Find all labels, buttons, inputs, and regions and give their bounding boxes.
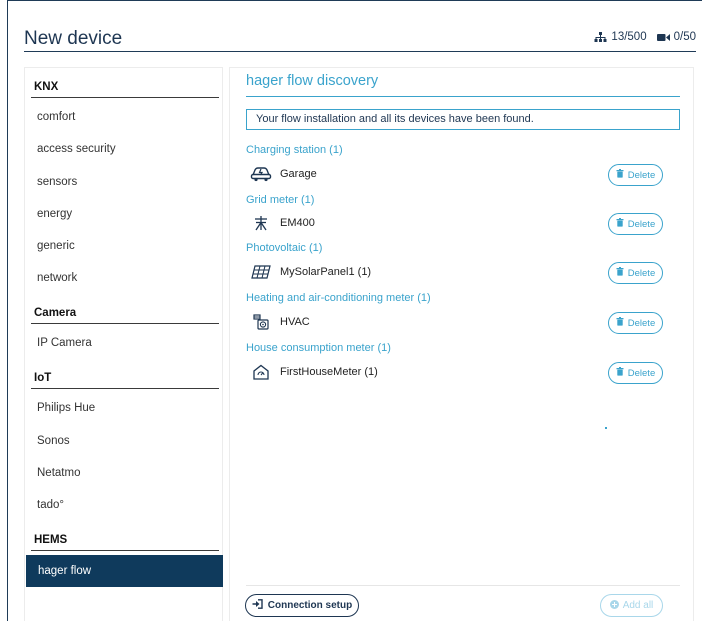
solar-panel-icon bbox=[250, 263, 272, 281]
sidebar-item-ip-camera[interactable]: IP Camera bbox=[31, 330, 221, 356]
sidebar-item-sonos[interactable]: Sonos bbox=[31, 428, 221, 454]
page-header: New device 13/500 0/50 bbox=[24, 24, 696, 52]
panel-title: hager flow discovery bbox=[246, 73, 680, 97]
login-arrow-icon bbox=[252, 599, 263, 612]
trash-icon bbox=[616, 317, 624, 329]
device-name: FirstHouseMeter (1) bbox=[280, 366, 378, 378]
delete-garage-button[interactable]: Delete bbox=[608, 164, 663, 186]
device-row-mysolarpanel1: MySolarPanel1 (1) bbox=[250, 262, 371, 282]
delete-label: Delete bbox=[627, 317, 656, 329]
trash-icon bbox=[616, 218, 624, 230]
group-label-charging-station: Charging station (1) bbox=[246, 144, 343, 156]
header-stats: 13/500 0/50 bbox=[594, 31, 696, 43]
sidebar-item-hager-flow[interactable]: hager flow bbox=[26, 555, 223, 587]
house-meter-icon bbox=[250, 363, 272, 381]
group-label-photovoltaic: Photovoltaic (1) bbox=[246, 242, 323, 254]
discovery-panel: hager flow discovery Your flow installat… bbox=[229, 67, 694, 621]
cameras-count: 0/50 bbox=[673, 31, 696, 43]
device-row-hvac: HVAC bbox=[250, 312, 310, 332]
window-border-top bbox=[7, 0, 702, 1]
group-label-grid-meter: Grid meter (1) bbox=[246, 194, 315, 206]
delete-label: Delete bbox=[627, 267, 656, 279]
device-name: MySolarPanel1 (1) bbox=[280, 266, 372, 278]
category-header-hems: HEMS bbox=[31, 521, 219, 551]
plus-circle-icon bbox=[609, 599, 619, 612]
connection-setup-button[interactable]: Connection setup bbox=[245, 594, 359, 617]
delete-label: Delete bbox=[627, 218, 656, 230]
sidebar-item-network[interactable]: network bbox=[31, 265, 221, 291]
group-label-hvac-meter: Heating and air-conditioning meter (1) bbox=[246, 292, 431, 304]
category-header-iot: IoT bbox=[31, 359, 219, 389]
device-name: Garage bbox=[280, 168, 317, 180]
page-title: New device bbox=[24, 28, 123, 49]
group-label-house-consumption-meter: House consumption meter (1) bbox=[246, 342, 391, 354]
delete-label: Delete bbox=[627, 367, 656, 379]
sidebar-item-netatmo[interactable]: Netatmo bbox=[31, 460, 221, 486]
sidebar-item-sensors[interactable]: sensors bbox=[31, 169, 221, 195]
connection-setup-label: Connection setup bbox=[267, 600, 353, 611]
power-pylon-icon bbox=[250, 214, 272, 232]
nodes-count: 13/500 bbox=[611, 31, 647, 43]
category-header-camera: Camera bbox=[31, 294, 219, 324]
delete-mysolarpanel1-button[interactable]: Delete bbox=[608, 262, 663, 284]
trash-icon bbox=[616, 367, 624, 379]
add-all-button[interactable]: Add all bbox=[600, 594, 663, 617]
window-border-left bbox=[7, 0, 8, 621]
device-name: EM400 bbox=[280, 217, 315, 229]
sidebar-item-access-security[interactable]: access security bbox=[31, 136, 221, 162]
video-camera-icon bbox=[656, 33, 670, 41]
category-header-knx: KNX bbox=[31, 68, 219, 98]
sidebar-item-tado[interactable]: tado° bbox=[31, 492, 221, 518]
discovery-notice: Your flow installation and all its devic… bbox=[246, 109, 680, 130]
delete-em400-button[interactable]: Delete bbox=[608, 213, 663, 235]
device-row-firsthousemeter: FirstHouseMeter (1) bbox=[250, 362, 378, 382]
device-row-garage: Garage bbox=[250, 164, 317, 184]
trash-icon bbox=[616, 267, 624, 279]
device-name: HVAC bbox=[280, 316, 310, 328]
sidebar-item-philips-hue[interactable]: Philips Hue bbox=[31, 395, 221, 421]
delete-label: Delete bbox=[627, 169, 656, 181]
hvac-meter-icon bbox=[250, 313, 272, 331]
delete-firsthousemeter-button[interactable]: Delete bbox=[608, 362, 663, 384]
sidebar-item-energy[interactable]: energy bbox=[31, 201, 221, 227]
device-row-em400: EM400 bbox=[250, 213, 315, 233]
device-category-sidebar: KNX comfort access security sensors ener… bbox=[24, 67, 223, 621]
delete-hvac-button[interactable]: Delete bbox=[608, 312, 663, 334]
sidebar-item-generic[interactable]: generic bbox=[31, 233, 221, 259]
trash-icon bbox=[616, 169, 624, 181]
network-tree-icon bbox=[594, 31, 607, 42]
car-charging-icon bbox=[250, 165, 272, 183]
stray-dot bbox=[605, 427, 607, 429]
sidebar-item-comfort[interactable]: comfort bbox=[31, 104, 221, 130]
add-all-label: Add all bbox=[622, 600, 654, 611]
footer-divider bbox=[246, 585, 680, 586]
